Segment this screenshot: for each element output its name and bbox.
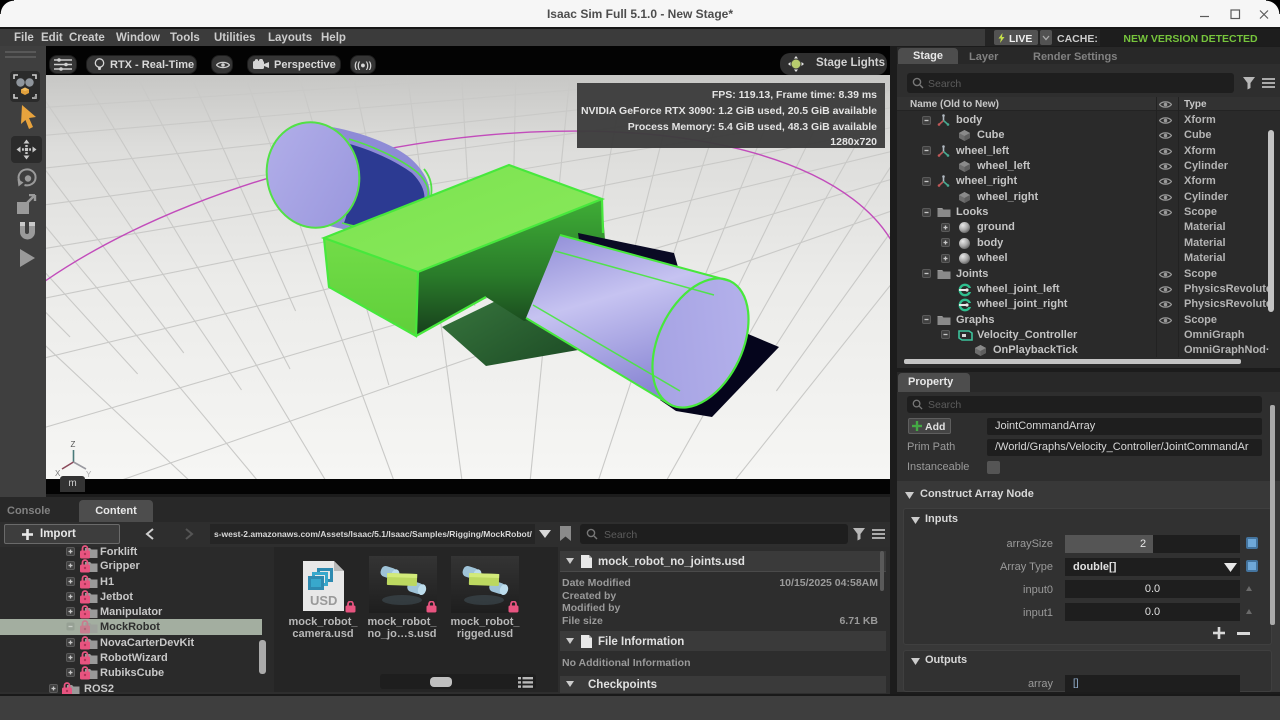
- svg-text:Z: Z: [71, 440, 76, 449]
- svg-text:USD: USD: [310, 593, 337, 608]
- svg-text:Y: Y: [86, 470, 92, 479]
